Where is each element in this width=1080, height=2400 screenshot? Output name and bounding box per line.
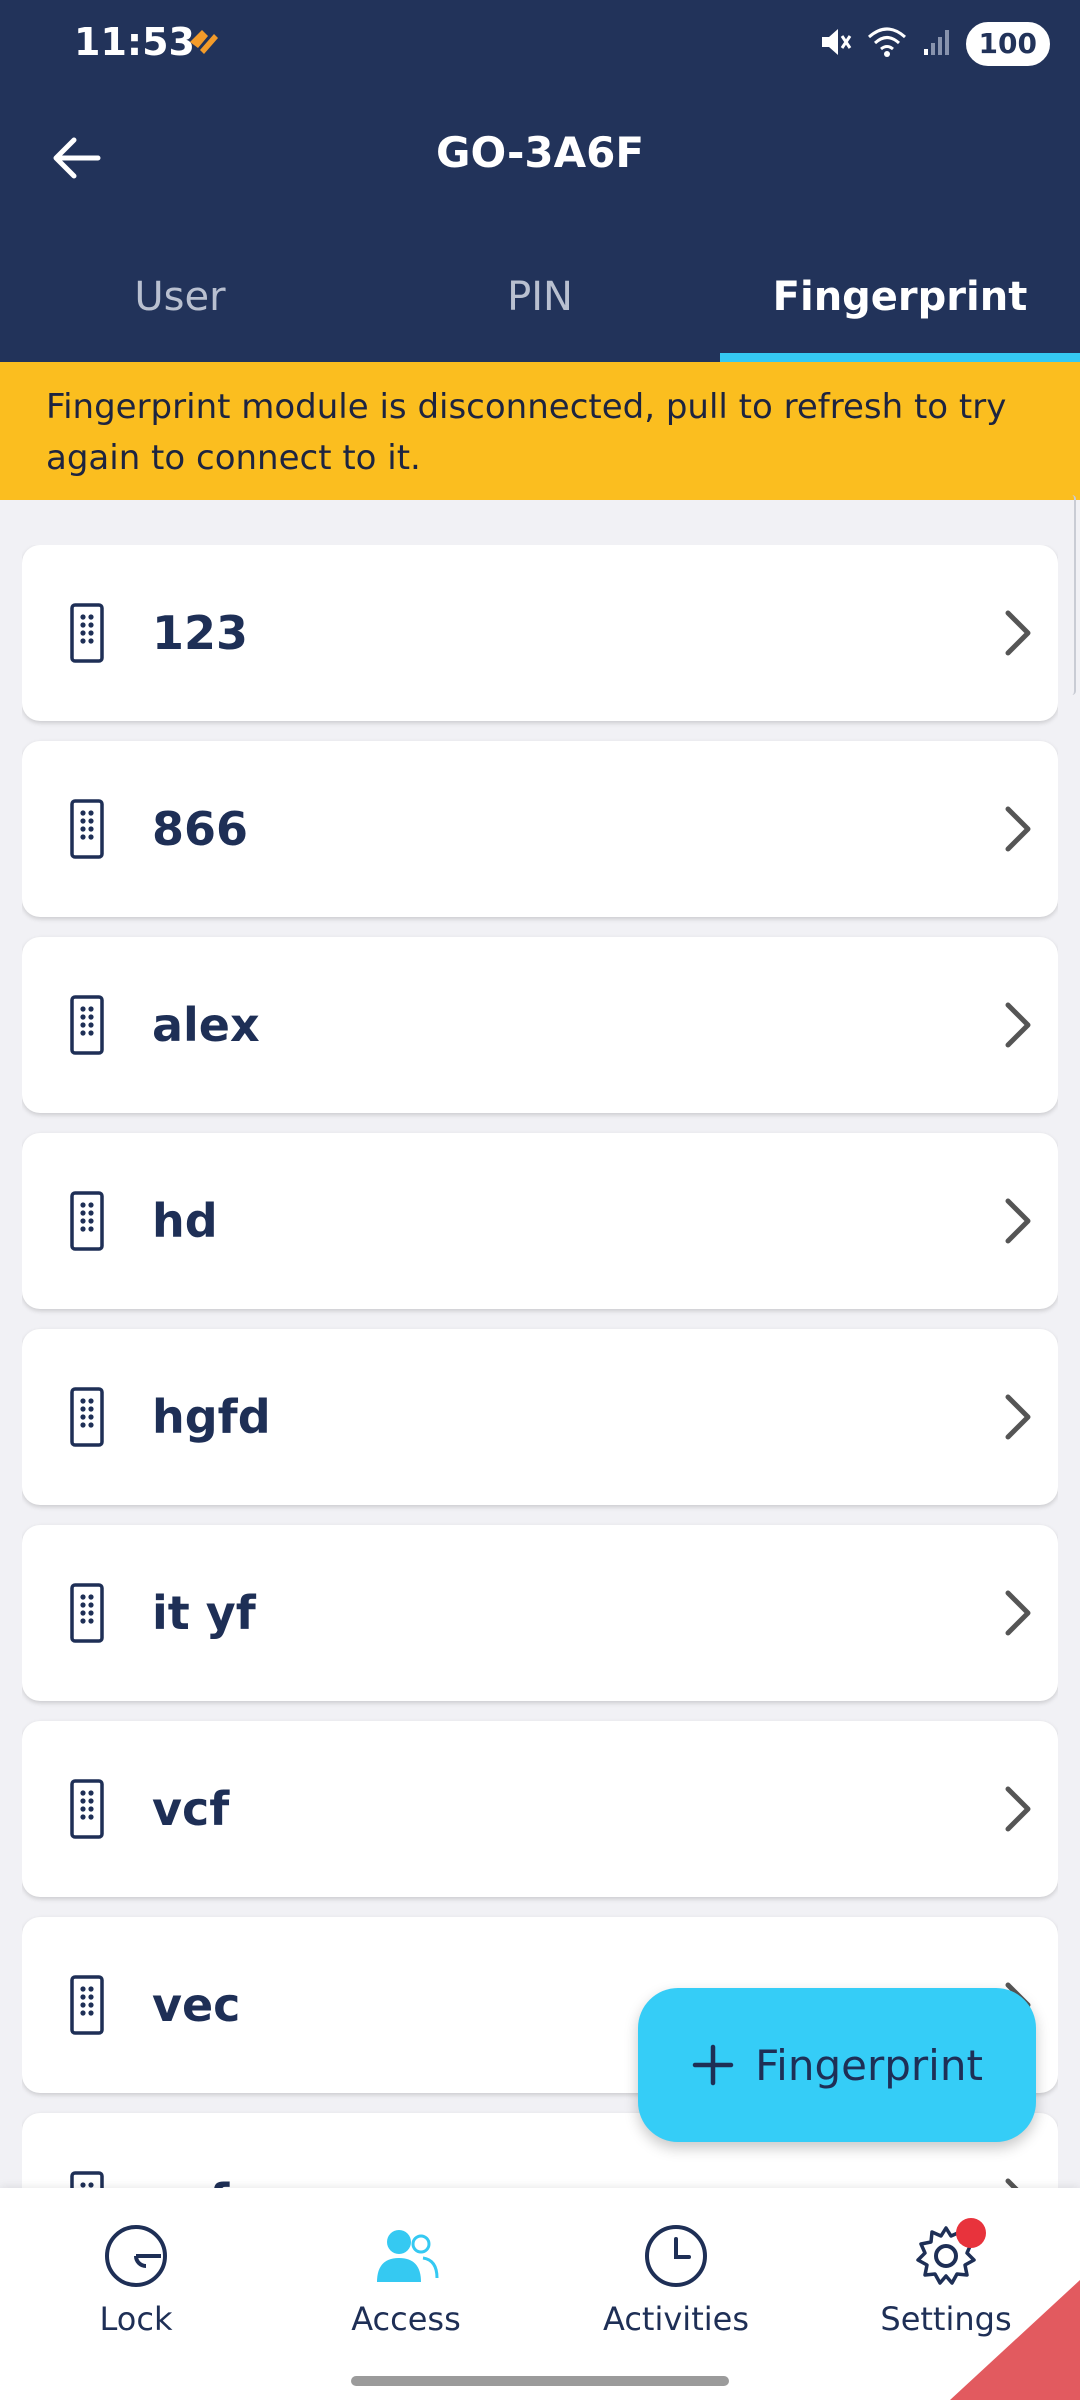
mute-icon (818, 25, 852, 63)
status-time: 11:53 (74, 20, 195, 64)
list-item[interactable]: 866 (22, 741, 1058, 917)
list-item-label: vcf (152, 2113, 229, 2188)
tab-bar: User PIN Fingerprint (0, 250, 1080, 362)
list-item-label: hd (152, 1194, 218, 1248)
add-fingerprint-button[interactable]: Fingerprint (638, 1988, 1036, 2142)
list-item-label: 866 (152, 802, 249, 856)
list-item-label: it yf (152, 1586, 256, 1640)
nav-access[interactable]: Access (306, 2218, 506, 2338)
disconnected-warning-banner: Fingerprint module is disconnected, pull… (0, 362, 1080, 500)
fingerprint-list: 123 866 alex hd hgfd it yf vcf vec vcf (22, 545, 1058, 2188)
wifi-icon (866, 25, 908, 63)
list-item-label: hgfd (152, 1390, 271, 1444)
keypad-icon (70, 603, 104, 667)
chevron-right-icon (1002, 1589, 1032, 1641)
chevron-right-icon (1002, 2177, 1032, 2188)
nav-lock[interactable]: Lock (36, 2218, 236, 2338)
list-item-label: vcf (152, 1782, 230, 1836)
settings-notification-badge (956, 2218, 986, 2248)
keypad-icon (70, 1975, 104, 2039)
keypad-icon (70, 2171, 104, 2188)
list-item[interactable]: 123 (22, 545, 1058, 721)
list-item[interactable]: it yf (22, 1525, 1058, 1701)
nav-activities[interactable]: Activities (576, 2218, 776, 2338)
tab-pin[interactable]: PIN (360, 250, 720, 362)
add-fingerprint-label: Fingerprint (755, 2040, 983, 2090)
clock-icon (645, 2225, 707, 2287)
list-item[interactable]: hd (22, 1133, 1058, 1309)
nav-activities-label: Activities (603, 2300, 749, 2338)
signal-icon (922, 27, 952, 61)
chevron-right-icon (1002, 1785, 1032, 1837)
chevron-right-icon (1002, 1001, 1032, 1053)
list-item[interactable]: vcf (22, 1721, 1058, 1897)
nav-lock-label: Lock (99, 2300, 173, 2338)
plus-icon (692, 2044, 734, 2086)
users-icon (377, 2230, 439, 2282)
chevron-right-icon (1002, 1197, 1032, 1249)
nav-access-label: Access (351, 2300, 461, 2338)
corner-decoration (950, 2280, 1080, 2400)
keypad-icon (70, 1387, 104, 1451)
status-bar: 11:53 100 (0, 0, 1080, 90)
keypad-icon (70, 1779, 104, 1843)
list-item-label: vec (152, 1978, 241, 2032)
bottom-navigation: Lock Access Activities Settings (0, 2188, 1080, 2400)
home-indicator[interactable] (351, 2376, 729, 2386)
battery-indicator: 100 (965, 22, 1050, 66)
chevron-right-icon (1002, 609, 1032, 661)
keypad-icon (70, 1191, 104, 1255)
list-item-label: alex (152, 998, 260, 1052)
keypad-icon (70, 799, 104, 863)
lock-dial-icon (105, 2225, 167, 2287)
tab-user[interactable]: User (0, 250, 360, 362)
top-app-bar: GO-3A6F (0, 110, 1080, 200)
page-title: GO-3A6F (435, 128, 645, 177)
status-icons: 100 (818, 22, 1050, 66)
list-item-label: 123 (152, 606, 249, 660)
app-header: 11:53 100 GO-3A6F User PIN Fingerprint (0, 0, 1080, 362)
list-item[interactable]: alex (22, 937, 1058, 1113)
scrollbar[interactable] (1068, 495, 1076, 695)
keypad-icon (70, 1583, 104, 1647)
chevron-right-icon (1002, 805, 1032, 857)
chevron-right-icon (1002, 1393, 1032, 1445)
tab-fingerprint[interactable]: Fingerprint (720, 250, 1080, 362)
keypad-icon (70, 995, 104, 1059)
notification-app-icon (186, 26, 222, 60)
list-item[interactable]: hgfd (22, 1329, 1058, 1505)
